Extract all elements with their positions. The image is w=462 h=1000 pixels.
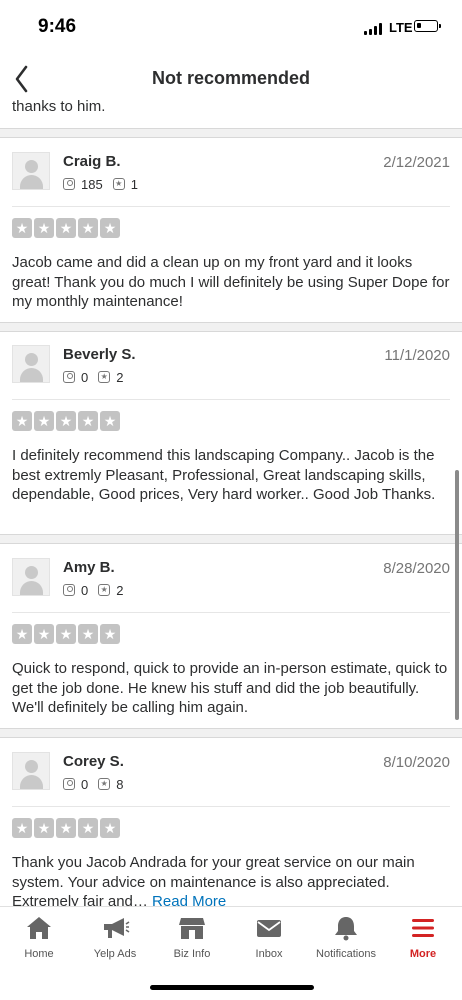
friends-icon xyxy=(63,371,75,383)
tab-more[interactable]: More xyxy=(384,907,462,977)
tab-biz-info[interactable]: Biz Info xyxy=(153,907,231,977)
divider xyxy=(0,728,462,738)
friends-count: 0 xyxy=(81,582,89,598)
review-star-icon: ★ xyxy=(112,178,125,190)
star-icon: ★ xyxy=(78,818,98,838)
reviewer-name[interactable]: Craig B. xyxy=(63,153,121,170)
friends-count: 185 xyxy=(81,176,103,192)
storefront-icon xyxy=(179,918,205,939)
page-title: Not recommended xyxy=(151,68,311,88)
reviews-count: 2 xyxy=(116,582,124,598)
divider xyxy=(0,322,462,332)
network-type: LTE xyxy=(389,20,413,35)
star-icon: ★ xyxy=(12,411,32,431)
tab-notifications[interactable]: Notifications xyxy=(307,907,385,977)
star-icon: ★ xyxy=(56,218,76,238)
scrollbar[interactable] xyxy=(455,470,459,720)
friends-icon xyxy=(63,178,75,190)
star-icon: ★ xyxy=(34,411,54,431)
review-text: Jacob came and did a clean up on my fron… xyxy=(12,254,450,310)
friends-icon xyxy=(63,778,75,790)
star-icon: ★ xyxy=(100,411,120,431)
bell-icon xyxy=(335,917,357,941)
tab-yelp-ads[interactable]: Yelp Ads xyxy=(76,907,154,977)
star-rating: ★ ★ ★ ★ ★ xyxy=(12,218,120,238)
avatar[interactable] xyxy=(12,558,50,596)
reviews-count: 1 xyxy=(130,176,138,192)
star-icon: ★ xyxy=(12,218,32,238)
review-date: 8/28/2020 xyxy=(383,560,450,577)
avatar[interactable] xyxy=(12,752,50,790)
home-icon xyxy=(27,917,51,939)
review-date: 8/10/2020 xyxy=(383,754,450,771)
reviewer-name[interactable]: Corey S. xyxy=(63,753,124,770)
reviews-count: 2 xyxy=(116,369,124,385)
review-text: Quick to respond, quick to provide an in… xyxy=(12,660,448,716)
star-icon: ★ xyxy=(100,218,120,238)
reviewer-stats: 0 ★ 2 xyxy=(63,582,133,598)
avatar[interactable] xyxy=(12,345,50,383)
review-text: Thank you Jacob Andrada for your great s… xyxy=(12,853,450,912)
reviewer-stats: 0 ★ 2 xyxy=(63,369,133,385)
star-icon: ★ xyxy=(100,624,120,644)
previous-review-text: thanks to him. xyxy=(12,98,106,115)
star-icon: ★ xyxy=(56,818,76,838)
review-text: I definitely recommend this landscaping … xyxy=(12,447,436,503)
divider xyxy=(0,534,462,544)
review-star-icon: ★ xyxy=(98,778,111,790)
star-icon: ★ xyxy=(34,624,54,644)
star-icon: ★ xyxy=(100,818,120,838)
status-bar: 9:46 LTE xyxy=(0,0,462,56)
star-icon: ★ xyxy=(78,411,98,431)
megaphone-icon xyxy=(104,918,130,938)
star-rating: ★ ★ ★ ★ ★ xyxy=(12,624,120,644)
star-icon: ★ xyxy=(12,818,32,838)
review-star-icon: ★ xyxy=(98,371,111,383)
star-icon: ★ xyxy=(56,624,76,644)
friends-count: 0 xyxy=(81,369,89,385)
star-icon: ★ xyxy=(34,218,54,238)
reviewer-name[interactable]: Beverly S. xyxy=(63,346,136,363)
avatar[interactable] xyxy=(12,152,50,190)
menu-icon xyxy=(412,919,434,937)
reviewer-stats: 0 ★ 8 xyxy=(63,776,133,792)
tab-inbox[interactable]: Inbox xyxy=(230,907,308,977)
status-time: 9:46 xyxy=(38,16,77,37)
home-indicator xyxy=(150,985,314,990)
star-icon: ★ xyxy=(56,411,76,431)
review-date: 2/12/2021 xyxy=(383,154,450,171)
star-icon: ★ xyxy=(78,624,98,644)
star-icon: ★ xyxy=(78,218,98,238)
star-icon: ★ xyxy=(34,818,54,838)
reviews-count: 8 xyxy=(116,776,124,792)
nav-bar: Not recommended xyxy=(0,56,462,102)
star-rating: ★ ★ ★ ★ ★ xyxy=(12,411,120,431)
friends-icon xyxy=(63,584,75,596)
battery-icon xyxy=(414,20,441,32)
review-star-icon: ★ xyxy=(98,584,111,596)
envelope-icon xyxy=(257,920,281,937)
review-date: 11/1/2020 xyxy=(384,347,450,364)
tab-home[interactable]: Home xyxy=(0,907,78,977)
star-icon: ★ xyxy=(12,624,32,644)
reviewer-stats: 185 ★ 1 xyxy=(63,176,148,192)
friends-count: 0 xyxy=(81,776,89,792)
reviewer-name[interactable]: Amy B. xyxy=(63,559,115,576)
divider xyxy=(0,128,462,138)
signal-icon xyxy=(364,23,384,35)
star-rating: ★ ★ ★ ★ ★ xyxy=(12,818,120,838)
